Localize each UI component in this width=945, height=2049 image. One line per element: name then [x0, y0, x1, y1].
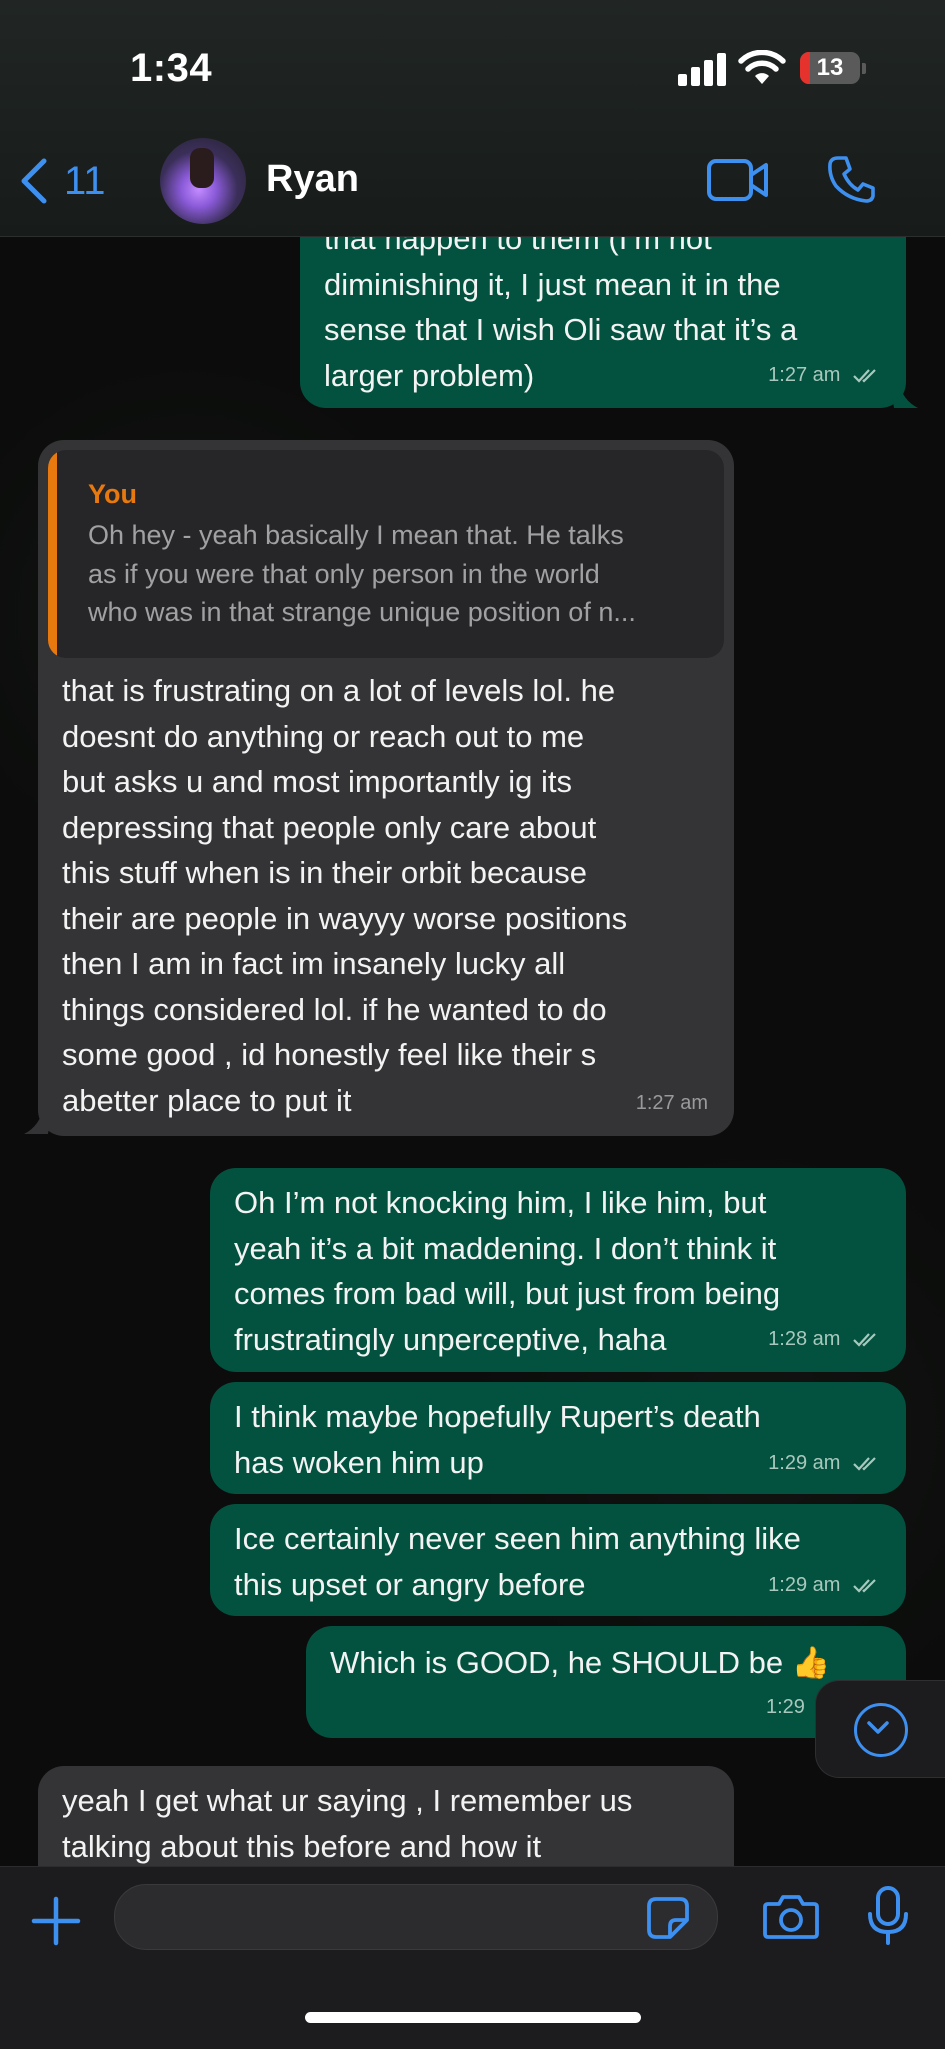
quoted-message[interactable]: You Oh hey - yeah basically I mean that.… — [48, 450, 724, 658]
read-receipt-icon — [853, 1457, 876, 1471]
message-text: that is frustrating on a lot of levels l… — [62, 673, 628, 1118]
battery-level: 13 — [816, 54, 844, 81]
message-input[interactable] — [114, 1884, 718, 1950]
bubble-tail — [24, 1106, 52, 1134]
chat-header: 1:34 13 11 Ryan — [0, 0, 945, 237]
read-receipt-icon — [853, 369, 876, 383]
message-meta: 1:29 — [766, 1685, 805, 1731]
clock: 1:34 — [130, 46, 213, 90]
unread-count: 11 — [64, 158, 106, 203]
contact-name[interactable]: Ryan — [266, 158, 359, 201]
quote-text: Oh hey - yeah basically I mean that. He … — [88, 520, 636, 627]
quote-author: You — [88, 479, 137, 509]
read-receipt-icon — [853, 1333, 876, 1347]
camera-icon[interactable] — [762, 1892, 820, 1940]
message-meta: 1:27 am — [636, 1081, 708, 1127]
message-time: 1:28 am — [768, 1327, 841, 1350]
home-indicator[interactable] — [305, 2012, 641, 2023]
message-time: 1:29 — [766, 1695, 805, 1718]
message-bubble-outgoing[interactable]: Oh I’m not knocking him, I like him, but… — [210, 1168, 906, 1372]
phone-icon[interactable] — [826, 154, 876, 204]
message-meta: 1:27 am — [768, 353, 882, 399]
message-time: 1:29 am — [768, 1573, 841, 1596]
message-bubble-outgoing[interactable]: I think maybe hopefully Rupert’s death h… — [210, 1382, 906, 1494]
message-text: Which is GOOD, he SHOULD be 👍 — [330, 1645, 831, 1680]
wifi-icon — [738, 50, 786, 84]
message-meta: 1:29 am — [768, 1563, 882, 1609]
message-time: 1:27 am — [768, 363, 841, 386]
bubble-tail — [890, 380, 918, 408]
message-bubble-outgoing[interactable]: Ice certainly never seen him anything li… — [210, 1504, 906, 1616]
battery-cap — [862, 63, 866, 74]
microphone-icon[interactable] — [866, 1886, 910, 1946]
status-bar: 1:34 13 — [0, 0, 945, 120]
back-button[interactable]: 11 — [18, 156, 106, 206]
message-time: 1:27 am — [635, 1091, 708, 1114]
quote-accent-bar — [48, 450, 57, 658]
read-receipt-icon — [853, 1579, 876, 1593]
cellular-signal-icon — [678, 52, 726, 86]
chevron-left-icon — [21, 158, 47, 204]
plus-icon[interactable] — [30, 1895, 82, 1947]
avatar[interactable] — [160, 138, 246, 224]
message-bubble-incoming[interactable]: You Oh hey - yeah basically I mean that.… — [38, 440, 734, 1136]
message-meta: 1:29 am — [768, 1441, 882, 1487]
message-meta: 1:28 am — [768, 1317, 882, 1363]
video-camera-icon[interactable] — [706, 158, 770, 202]
sticker-icon[interactable] — [646, 1896, 690, 1940]
chevron-down-icon — [854, 1703, 908, 1757]
battery-icon: 13 — [800, 52, 860, 84]
scroll-to-bottom-button[interactable] — [815, 1680, 945, 1778]
message-text: yeah I get what ur saying , I remember u… — [62, 1783, 633, 1864]
message-time: 1:29 am — [768, 1451, 841, 1474]
